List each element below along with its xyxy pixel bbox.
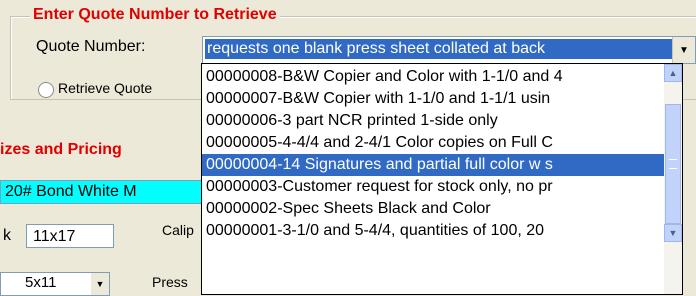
- quote-number-value[interactable]: requests one blank press sheet collated …: [205, 39, 672, 59]
- list-item[interactable]: 00000001-3-1/0 and 5-4/4, quantities of …: [202, 220, 664, 242]
- groupbox-title: Enter Quote Number to Retrieve: [30, 6, 280, 24]
- scroll-thumb[interactable]: [665, 104, 681, 224]
- quote-number-label: Quote Number:: [36, 38, 146, 55]
- retrieve-quote-radio[interactable]: [38, 82, 54, 98]
- press-size-value: 5x11: [25, 274, 57, 291]
- sizes-pricing-title: izes and Pricing: [0, 141, 122, 158]
- caliper-label: Calip: [162, 222, 194, 238]
- arrow-up-icon[interactable]: ▲: [664, 64, 682, 82]
- size-input[interactable]: 11x17: [26, 224, 114, 248]
- list-item[interactable]: 00000008-B&W Copier and Color with 1-1/0…: [202, 66, 664, 88]
- quote-number-combo[interactable]: requests one blank press sheet collated …: [202, 36, 696, 64]
- size-label: k: [3, 227, 11, 244]
- chevron-down-icon[interactable]: ▼: [672, 37, 695, 63]
- press-size-combo[interactable]: 5x11 ▼: [0, 272, 110, 296]
- chevron-down-icon[interactable]: ▼: [91, 273, 109, 295]
- quote-dropdown-list[interactable]: 00000008-B&W Copier and Color with 1-1/0…: [201, 63, 683, 295]
- list-item[interactable]: 00000003-Customer request for stock only…: [202, 176, 664, 198]
- list-item[interactable]: 00000002-Spec Sheets Black and Color: [202, 198, 664, 220]
- list-item[interactable]: 00000007-B&W Copier with 1-1/0 and 1-1/1…: [202, 88, 664, 110]
- arrow-down-icon[interactable]: ▼: [664, 224, 682, 242]
- list-item-selected[interactable]: 00000004-14 Signatures and partial full …: [202, 154, 664, 176]
- list-item[interactable]: 00000005-4-4/4 and 2-4/1 Color copies on…: [202, 132, 664, 154]
- retrieve-quote-label[interactable]: Retrieve Quote: [58, 80, 152, 96]
- list-item[interactable]: 00000006-3 part NCR printed 1-side only: [202, 110, 664, 132]
- dropdown-scrollbar[interactable]: ▲ ▼: [664, 64, 682, 294]
